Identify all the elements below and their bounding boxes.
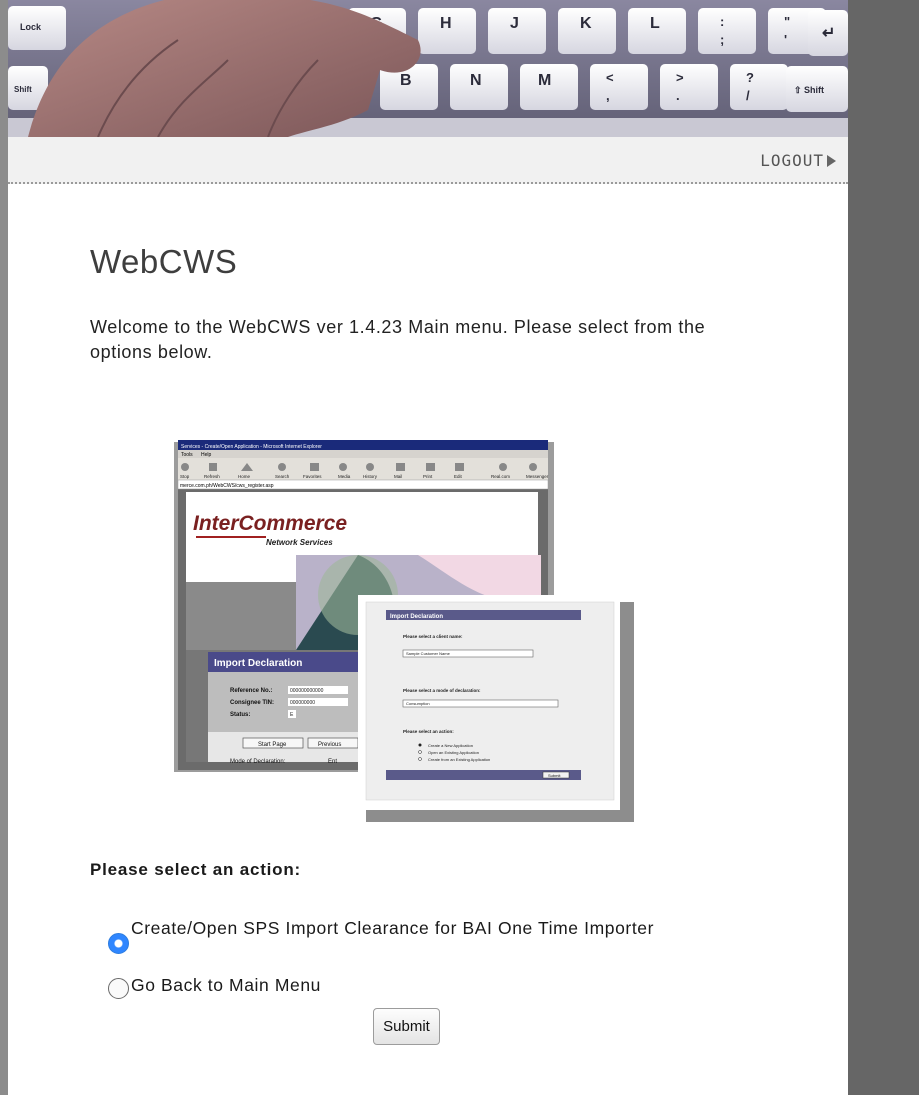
svg-text:Consignee TIN:: Consignee TIN: bbox=[230, 700, 274, 706]
svg-text:>: > bbox=[676, 70, 684, 85]
action-heading: Please select an action: bbox=[90, 860, 302, 879]
svg-text:N: N bbox=[470, 72, 482, 89]
svg-text:Previous: Previous bbox=[318, 742, 341, 748]
logout-link[interactable]: LOGOUT bbox=[760, 151, 836, 170]
svg-text:Media: Media bbox=[338, 474, 351, 479]
option-go-back[interactable]: Go Back to Main Menu bbox=[108, 974, 731, 999]
svg-text:Favorites: Favorites bbox=[303, 474, 322, 479]
svg-text:merce.com.ph/WebCWS/cws_regist: merce.com.ph/WebCWS/cws_register.asp bbox=[180, 483, 274, 489]
svg-text:H: H bbox=[440, 15, 452, 32]
svg-text:Consumption: Consumption bbox=[406, 701, 430, 706]
window-left-edge bbox=[0, 0, 8, 1095]
svg-text:Ent: Ent bbox=[328, 759, 337, 765]
svg-text:K: K bbox=[580, 15, 592, 32]
svg-text:J: J bbox=[510, 15, 519, 32]
svg-text:Create a New Application: Create a New Application bbox=[428, 743, 473, 748]
svg-text:000000000000: 000000000000 bbox=[290, 688, 324, 694]
svg-text:/: / bbox=[746, 88, 750, 103]
radio-go-back[interactable] bbox=[108, 978, 129, 999]
keyboard-hand-image: Lock G H J K L : ; " ' ↵ Shift bbox=[8, 0, 848, 137]
svg-text:Sample Customer Name: Sample Customer Name bbox=[406, 651, 451, 656]
svg-text:Start Page: Start Page bbox=[258, 742, 287, 748]
svg-text::: : bbox=[720, 14, 724, 29]
svg-text:Lock: Lock bbox=[20, 22, 42, 32]
svg-text:Please select an action:: Please select an action: bbox=[403, 729, 454, 734]
svg-text:Import Declaration: Import Declaration bbox=[390, 614, 443, 620]
logout-label: LOGOUT bbox=[760, 151, 824, 170]
svg-text:Open an Existing Application: Open an Existing Application bbox=[428, 750, 479, 755]
option-label[interactable]: Go Back to Main Menu bbox=[131, 974, 731, 996]
svg-text:Shift: Shift bbox=[14, 85, 32, 94]
svg-text:B: B bbox=[400, 72, 412, 89]
svg-text:Status:: Status: bbox=[230, 712, 250, 718]
svg-text:Submit: Submit bbox=[548, 773, 561, 778]
svg-text:Refresh: Refresh bbox=[204, 474, 220, 479]
svg-text:Stop: Stop bbox=[180, 474, 190, 479]
svg-text:Create from an Existing Applic: Create from an Existing Application bbox=[428, 757, 490, 762]
option-label[interactable]: Create/Open SPS Import Clearance for BAI… bbox=[131, 917, 731, 939]
application-screenshot-illustration: Services - Create/Open Application - Mic… bbox=[158, 430, 638, 825]
svg-text:Real.com: Real.com bbox=[491, 474, 510, 479]
svg-text:Mail: Mail bbox=[394, 474, 402, 479]
submit-button[interactable]: Submit bbox=[373, 1008, 440, 1045]
svg-text:<: < bbox=[606, 70, 614, 85]
svg-text:⇧ Shift: ⇧ Shift bbox=[794, 85, 824, 95]
svg-text:InterCommerce: InterCommerce bbox=[193, 512, 347, 535]
svg-text:Print: Print bbox=[423, 474, 433, 479]
play-arrow-icon bbox=[827, 154, 836, 167]
svg-text:Reference No.:: Reference No.: bbox=[230, 688, 272, 694]
svg-text:': ' bbox=[784, 32, 787, 47]
svg-text:Search: Search bbox=[275, 474, 290, 479]
logout-bar: LOGOUT bbox=[8, 137, 848, 184]
option-create-open-sps[interactable]: Create/Open SPS Import Clearance for BAI… bbox=[108, 917, 731, 954]
svg-text:↵: ↵ bbox=[822, 25, 835, 42]
svg-text:L: L bbox=[650, 15, 660, 32]
svg-text:": " bbox=[784, 14, 790, 29]
svg-text:Import Declaration: Import Declaration bbox=[214, 658, 302, 669]
header-banner: Lock G H J K L : ; " ' ↵ Shift bbox=[8, 0, 848, 137]
svg-text:History: History bbox=[363, 474, 378, 479]
svg-text:Messenger: Messenger bbox=[526, 474, 549, 479]
svg-text:Network Services: Network Services bbox=[266, 538, 333, 547]
svg-text:Mode of Declaration:: Mode of Declaration: bbox=[230, 759, 286, 765]
svg-text:,: , bbox=[606, 88, 610, 103]
svg-text:Please select a mode of declar: Please select a mode of declaration: bbox=[403, 688, 481, 693]
svg-text:000000000: 000000000 bbox=[290, 700, 315, 706]
page: Lock G H J K L : ; " ' ↵ Shift bbox=[8, 0, 848, 1095]
svg-text:M: M bbox=[538, 72, 551, 89]
svg-text:Edit: Edit bbox=[454, 474, 463, 479]
svg-text:;: ; bbox=[720, 32, 724, 47]
svg-text:?: ? bbox=[746, 70, 754, 85]
svg-text:.: . bbox=[676, 88, 680, 103]
radio-create-open-sps[interactable] bbox=[108, 933, 129, 954]
svg-text:Services - Create/Open Applica: Services - Create/Open Application - Mic… bbox=[181, 444, 322, 450]
svg-text:Tools: Tools bbox=[181, 452, 193, 458]
svg-text:Please select a client name:: Please select a client name: bbox=[403, 634, 463, 639]
svg-text:Home: Home bbox=[238, 474, 251, 479]
welcome-text: Welcome to the WebCWS ver 1.4.23 Main me… bbox=[90, 317, 706, 362]
page-title: WebCWS bbox=[90, 243, 238, 280]
svg-text:Help: Help bbox=[201, 452, 212, 458]
